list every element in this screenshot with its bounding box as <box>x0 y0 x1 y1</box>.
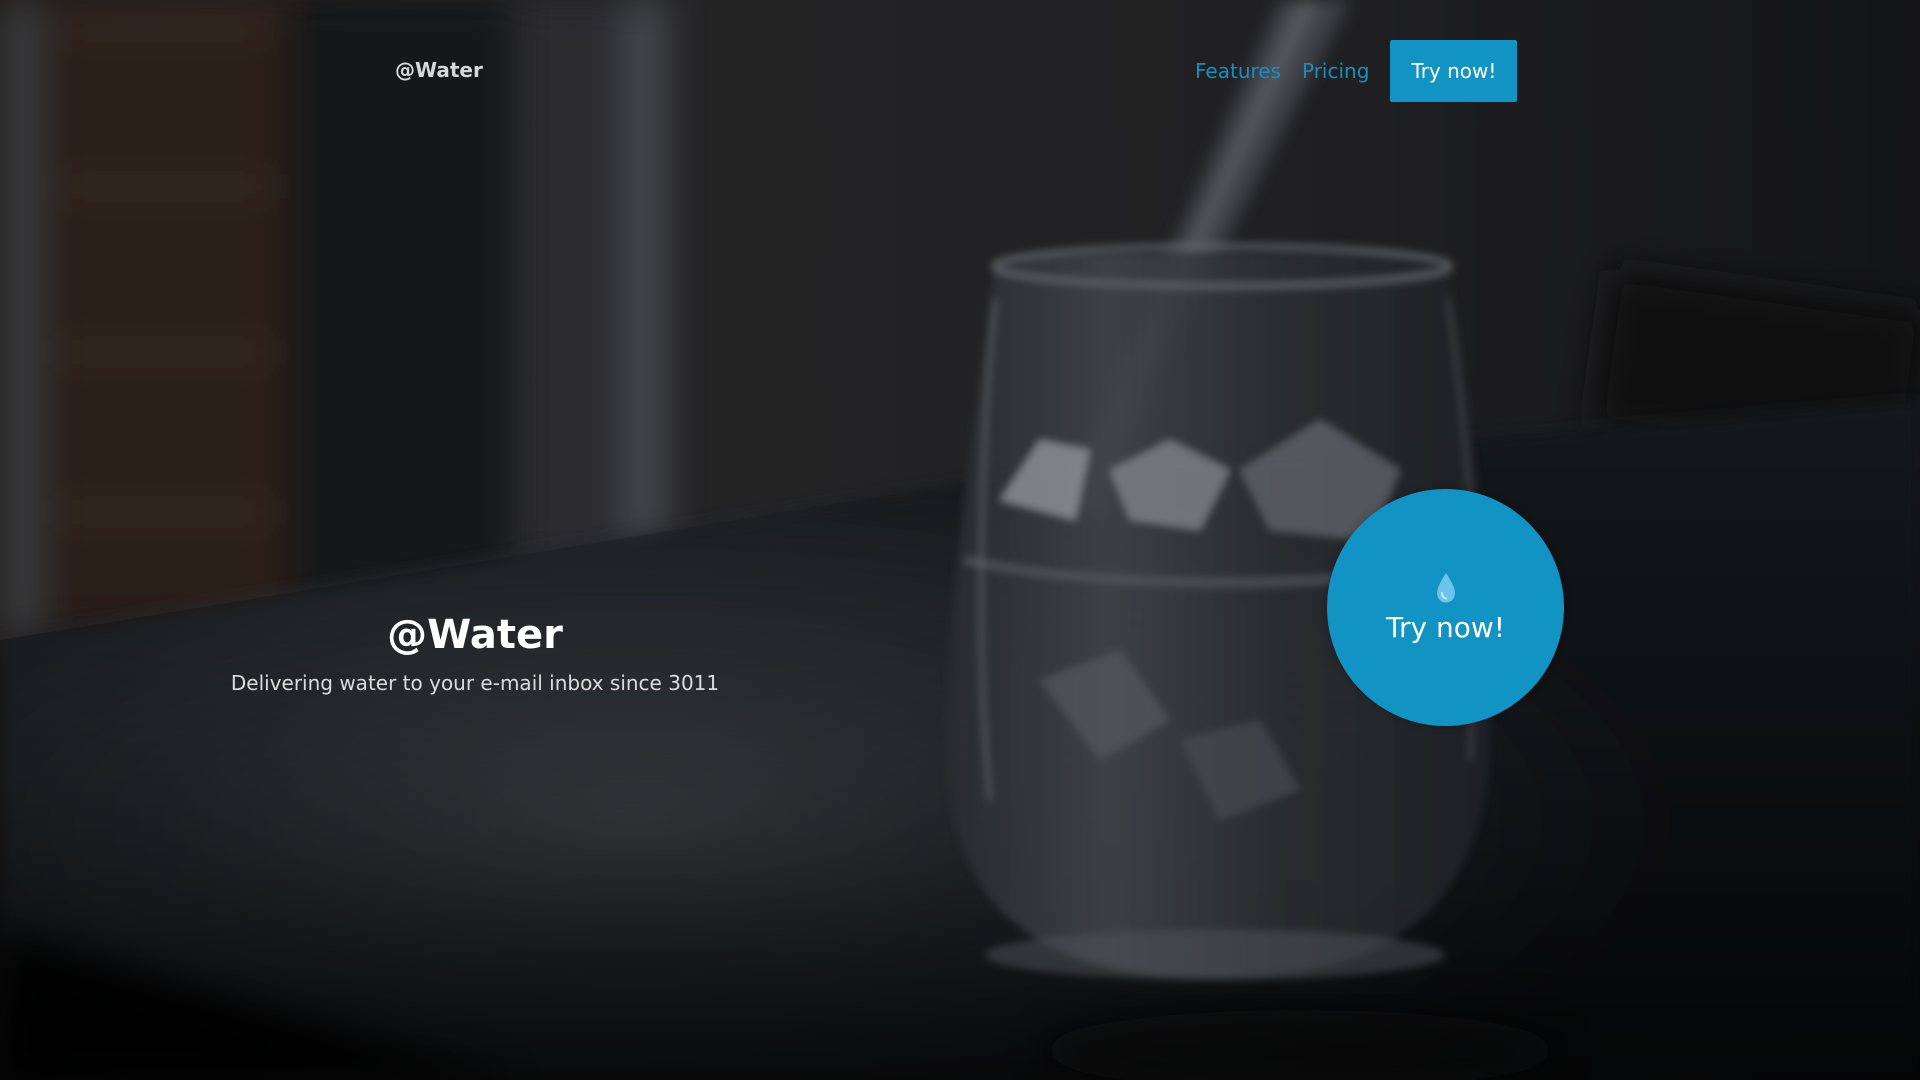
landing-page: @Water Features Pricing Try now! @Water … <box>0 0 1920 1080</box>
hero-title: @Water <box>387 612 563 658</box>
nav-bar: Features Pricing Try now! <box>1195 40 1518 102</box>
nav-link-features[interactable]: Features <box>1195 40 1281 102</box>
hero: @Water Delivering water to your e-mail i… <box>160 610 790 696</box>
water-drop-icon <box>1436 572 1455 602</box>
nav-link-pricing[interactable]: Pricing <box>1302 40 1369 102</box>
nav-logo[interactable]: @Water <box>395 58 483 82</box>
nav-try-now-button[interactable]: Try now! <box>1390 40 1518 102</box>
round-try-now-button[interactable]: Try now! <box>1327 489 1564 726</box>
background-photo <box>0 0 1920 1080</box>
hero-subtitle: Delivering water to your e-mail inbox si… <box>230 671 720 695</box>
round-try-now-label: Try now! <box>1386 610 1505 644</box>
